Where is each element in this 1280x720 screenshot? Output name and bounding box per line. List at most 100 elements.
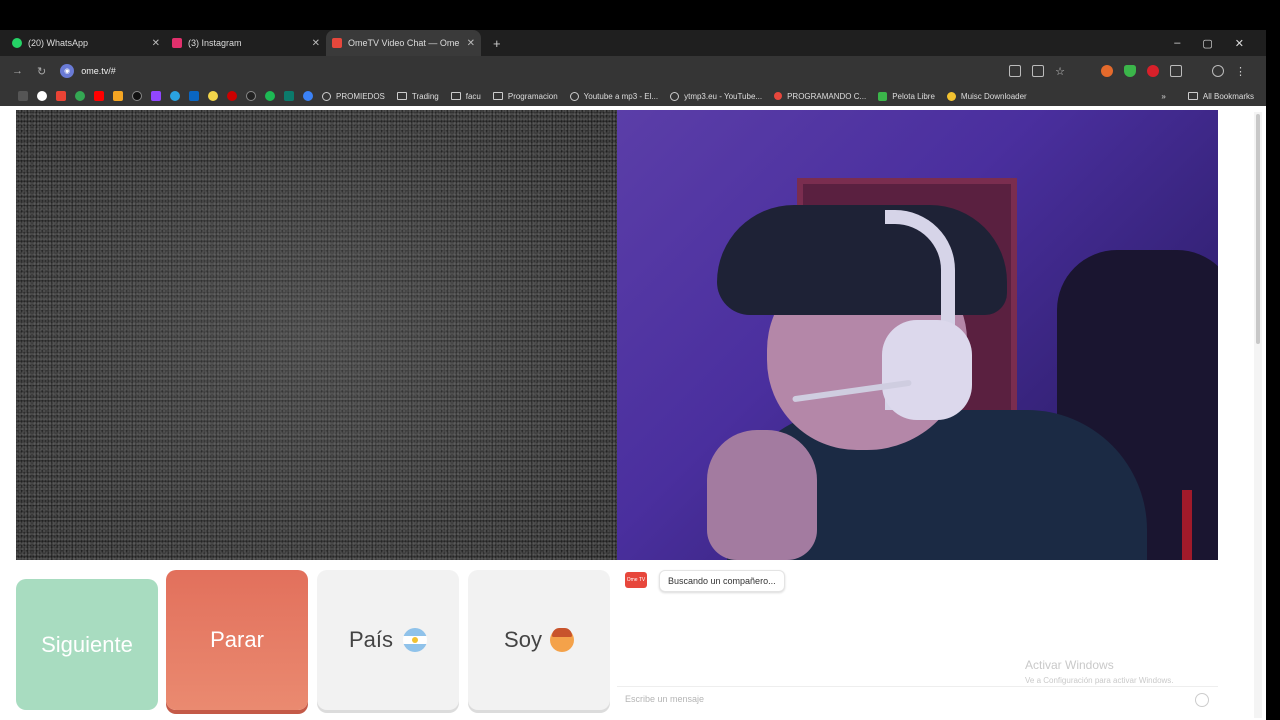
globe-icon	[670, 91, 680, 101]
bookmarks-right: » All Bookmarks	[1161, 86, 1254, 106]
bookmark-item[interactable]: Muisc Downloader	[946, 91, 1027, 101]
apps-icon[interactable]	[18, 91, 28, 101]
bookmark-icon[interactable]	[208, 91, 218, 101]
bookmark-label: Youtube a mp3 - El...	[583, 91, 659, 101]
chat-panel: Ome TV Buscando un compañero... Activar …	[617, 562, 1218, 714]
site-info-icon[interactable]: ◉	[60, 64, 75, 78]
screen-top-border	[0, 0, 1280, 30]
cast-icon[interactable]	[1032, 65, 1045, 77]
bookmark-label: facu	[465, 91, 481, 101]
country-button[interactable]: País	[317, 570, 459, 710]
folder-icon	[396, 92, 407, 100]
close-tab-icon[interactable]: ✕	[312, 38, 320, 49]
tab-whatsapp[interactable]: (20) WhatsApp ✕	[6, 30, 166, 56]
screen-right-border	[1266, 30, 1280, 720]
bookmark-icon[interactable]	[227, 91, 237, 101]
globe-icon	[322, 91, 331, 101]
bookmark-icon	[878, 91, 888, 101]
drive-icon[interactable]	[75, 91, 85, 101]
emoji-icon[interactable]	[1195, 693, 1209, 707]
youtube-icon[interactable]	[94, 91, 104, 101]
reload-icon[interactable]: ↻	[37, 65, 46, 78]
bookmark-icon[interactable]	[246, 91, 256, 101]
ometv-icon	[332, 38, 342, 48]
windows-activation-watermark: Activar Windows Ve a Configuración para …	[1025, 658, 1174, 685]
chat-divider	[617, 686, 1218, 687]
bookmark-icon	[774, 92, 783, 100]
tab-label: (3) Instagram	[188, 38, 242, 48]
tab-label: (20) WhatsApp	[28, 38, 89, 48]
more-bookmarks-chevron-icon[interactable]: »	[1161, 92, 1165, 101]
bookmark-label: PROMIEDOS	[336, 91, 385, 101]
stop-button-label: Parar	[210, 627, 264, 652]
bookmark-item[interactable]: PROGRAMANDO C...	[774, 92, 866, 101]
bookmark-folder[interactable]: Programacion	[492, 91, 558, 101]
bookmark-folder[interactable]: Trading	[396, 91, 439, 101]
bookmark-item[interactable]: Youtube a mp3 - El...	[569, 91, 659, 101]
status-message: Buscando un compañero...	[659, 570, 785, 592]
message-input[interactable]: Escribe un mensaje	[625, 694, 704, 704]
extensions-puzzle-icon[interactable]	[1170, 65, 1182, 77]
bookmark-item[interactable]: ytmp3.eu - YouTube...	[670, 91, 762, 101]
extension-shield-icon[interactable]	[1124, 65, 1136, 77]
stranger-video-static	[16, 110, 617, 560]
url-text[interactable]: ome.tv/#	[81, 66, 116, 76]
omnibox[interactable]: ◉ ome.tv/#	[60, 60, 116, 82]
bookmark-icon[interactable]	[113, 91, 123, 101]
menu-kebab-icon[interactable]: ⋮	[1235, 65, 1246, 78]
bookmark-item[interactable]: PROMIEDOS	[322, 91, 385, 101]
bookmark-label: Muisc Downloader	[960, 91, 1027, 101]
globe-icon	[569, 91, 579, 101]
folder-icon	[450, 92, 461, 100]
next-button-label: Siguiente	[41, 631, 133, 657]
forward-icon[interactable]: →	[12, 65, 23, 77]
bookmark-icon[interactable]	[303, 91, 313, 101]
telegram-icon[interactable]	[170, 91, 180, 101]
bookmark-star-icon[interactable]: ☆	[1055, 65, 1065, 78]
tab-strip: (20) WhatsApp ✕ (3) Instagram ✕ OmeTV Vi…	[0, 30, 1266, 56]
new-tab-button[interactable]: +	[493, 36, 501, 51]
close-tab-icon[interactable]: ✕	[152, 38, 160, 49]
bookmark-icon[interactable]	[284, 91, 294, 101]
tab-ometv[interactable]: OmeTV Video Chat — Ome ✕	[326, 30, 481, 56]
close-tab-icon[interactable]: ✕	[467, 38, 475, 49]
all-bookmarks-folder[interactable]: All Bookmarks	[1187, 92, 1254, 101]
gmail-icon[interactable]	[56, 91, 66, 101]
twitch-icon[interactable]	[151, 91, 161, 101]
country-button-label: País	[348, 627, 394, 652]
google-icon[interactable]	[37, 91, 47, 101]
scrollbar-thumb[interactable]	[1256, 114, 1260, 344]
gender-button-label: Soy	[504, 627, 542, 652]
argentina-flag-icon	[403, 628, 428, 652]
headset-earcup	[882, 320, 972, 420]
bookmark-label: Pelota Libre	[892, 91, 935, 101]
folder-icon	[492, 92, 503, 100]
stop-button[interactable]: Parar	[166, 570, 308, 710]
tab-instagram[interactable]: (3) Instagram ✕	[166, 30, 326, 56]
next-button[interactable]: Siguiente	[16, 579, 158, 710]
bookmarks-bar: PROMIEDOS Trading facu Programacion Yout…	[0, 86, 1266, 106]
instagram-icon	[172, 38, 182, 48]
extension-red-icon[interactable]	[1147, 65, 1159, 77]
bookmark-label: Programacion	[507, 91, 558, 101]
self-video	[617, 110, 1218, 560]
linkedin-icon[interactable]	[189, 91, 199, 101]
translate-icon[interactable]	[1009, 65, 1022, 77]
extension-orange-icon[interactable]	[1101, 65, 1113, 77]
spotify-icon[interactable]	[265, 91, 275, 101]
minimize-button[interactable]: –	[1174, 37, 1180, 49]
bookmark-folder[interactable]: facu	[450, 91, 481, 101]
bookmark-label: Trading	[411, 91, 439, 101]
watermark-title: Activar Windows	[1025, 658, 1114, 672]
close-window-button[interactable]: ✕	[1235, 37, 1244, 50]
whatsapp-icon	[12, 38, 22, 48]
window-controls: – ▢ ✕	[1174, 30, 1244, 56]
profile-icon[interactable]	[1212, 65, 1224, 77]
chair-accent	[1182, 490, 1192, 560]
tiktok-icon[interactable]	[132, 91, 142, 101]
bookmark-item[interactable]: Pelota Libre	[878, 91, 935, 101]
person-hand	[707, 430, 817, 560]
gender-button[interactable]: Soy	[468, 570, 610, 710]
tab-label: OmeTV Video Chat — Ome	[348, 38, 460, 48]
maximize-button[interactable]: ▢	[1202, 37, 1212, 50]
